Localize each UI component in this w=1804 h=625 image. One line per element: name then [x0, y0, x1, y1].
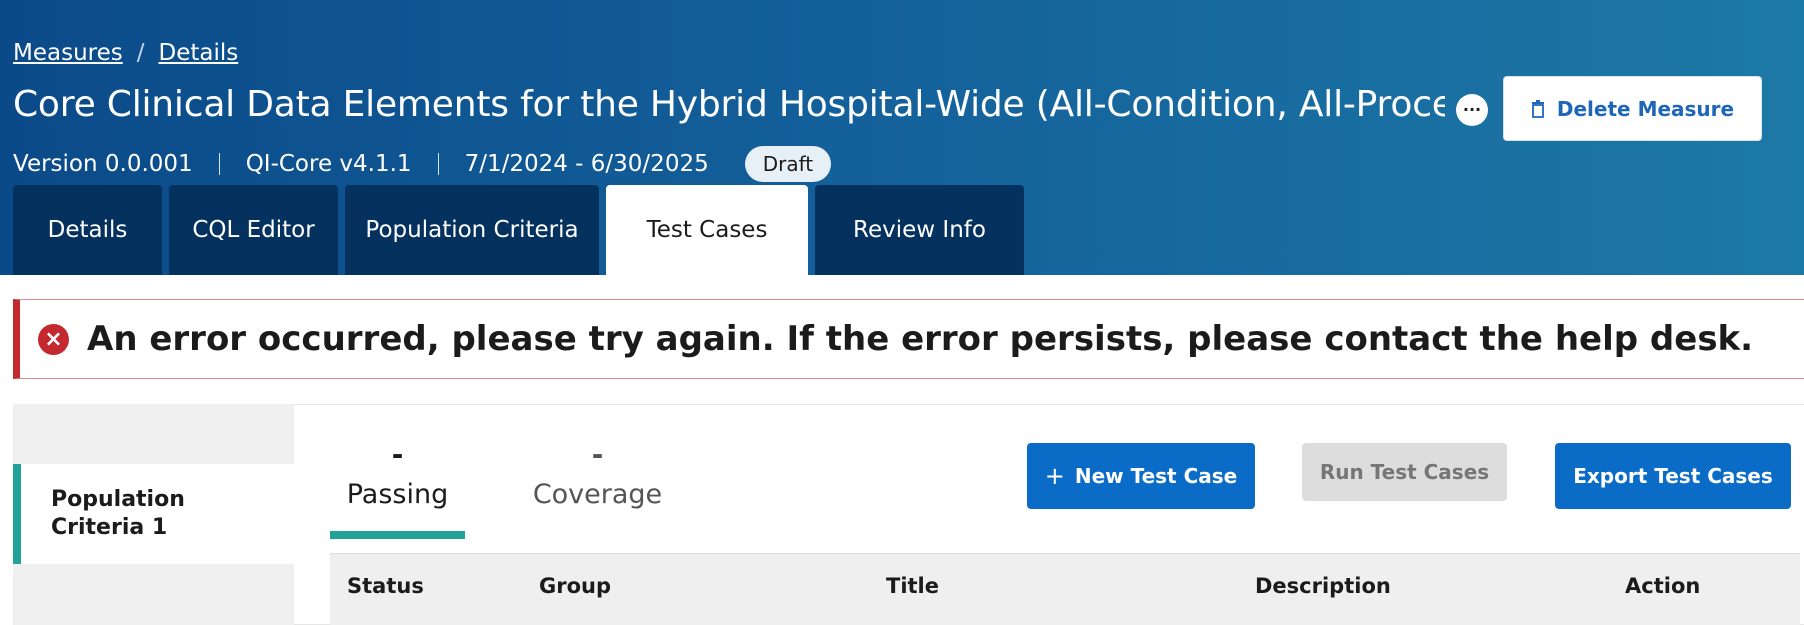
tab-population-criteria[interactable]: Population Criteria: [345, 185, 599, 275]
breadcrumb-details-link[interactable]: Details: [158, 40, 238, 66]
sidebar-item-label: Population Criteria 1: [51, 487, 185, 540]
coverage-label: Coverage: [532, 479, 663, 510]
tab-cql-editor[interactable]: CQL Editor: [169, 185, 338, 275]
column-header-group[interactable]: Group: [539, 574, 611, 598]
page-title: Core Clinical Data Elements for the Hybr…: [13, 84, 1445, 125]
new-test-case-button[interactable]: + New Test Case: [1027, 443, 1255, 509]
measure-header: Measures / Details Core Clinical Data El…: [0, 0, 1804, 275]
breadcrumb-separator: /: [136, 40, 145, 66]
column-header-title[interactable]: Title: [886, 574, 939, 598]
trash-icon: [1531, 99, 1544, 118]
tab-test-cases[interactable]: Test Cases: [606, 185, 808, 275]
export-test-cases-button[interactable]: Export Test Cases: [1555, 443, 1791, 509]
column-header-description[interactable]: Description: [1255, 574, 1391, 598]
error-alert: × An error occurred, please try again. I…: [13, 299, 1804, 379]
status-badge: Draft: [744, 146, 832, 182]
breadcrumb: Measures / Details: [13, 40, 238, 66]
model-text: QI-Core v4.1.1: [245, 151, 412, 177]
coverage-stat[interactable]: - Coverage: [525, 438, 670, 511]
passing-label: Passing: [346, 479, 449, 510]
measure-tabs: Details CQL Editor Population Criteria T…: [13, 185, 1031, 275]
breadcrumb-measures-link[interactable]: Measures: [13, 40, 123, 66]
passing-active-indicator: [330, 531, 465, 539]
more-options-button[interactable]: ...: [1456, 94, 1488, 126]
meta-divider: [437, 153, 439, 175]
measure-meta: Version 0.0.001 QI-Core v4.1.1 7/1/2024 …: [13, 146, 832, 182]
coverage-value: -: [591, 438, 604, 471]
error-message: An error occurred, please try again. If …: [87, 319, 1754, 359]
sidebar-item-population-criteria-1[interactable]: Population Criteria 1: [13, 464, 294, 564]
tab-review-info[interactable]: Review Info: [815, 185, 1024, 275]
period-text: 7/1/2024 - 6/30/2025: [464, 151, 709, 177]
plus-icon: +: [1044, 462, 1065, 490]
error-icon: ×: [38, 323, 69, 355]
passing-stat[interactable]: - Passing: [330, 438, 465, 511]
meta-divider: [218, 153, 220, 175]
delete-measure-button[interactable]: Delete Measure: [1503, 76, 1762, 141]
new-test-case-label: New Test Case: [1074, 464, 1238, 488]
column-header-action[interactable]: Action: [1625, 574, 1700, 598]
version-text: Version 0.0.001: [13, 151, 193, 177]
passing-value: -: [391, 438, 404, 471]
column-header-status[interactable]: Status: [347, 574, 424, 598]
run-test-cases-button[interactable]: Run Test Cases: [1302, 443, 1507, 501]
delete-measure-label: Delete Measure: [1556, 96, 1735, 121]
tab-details[interactable]: Details: [13, 185, 162, 275]
